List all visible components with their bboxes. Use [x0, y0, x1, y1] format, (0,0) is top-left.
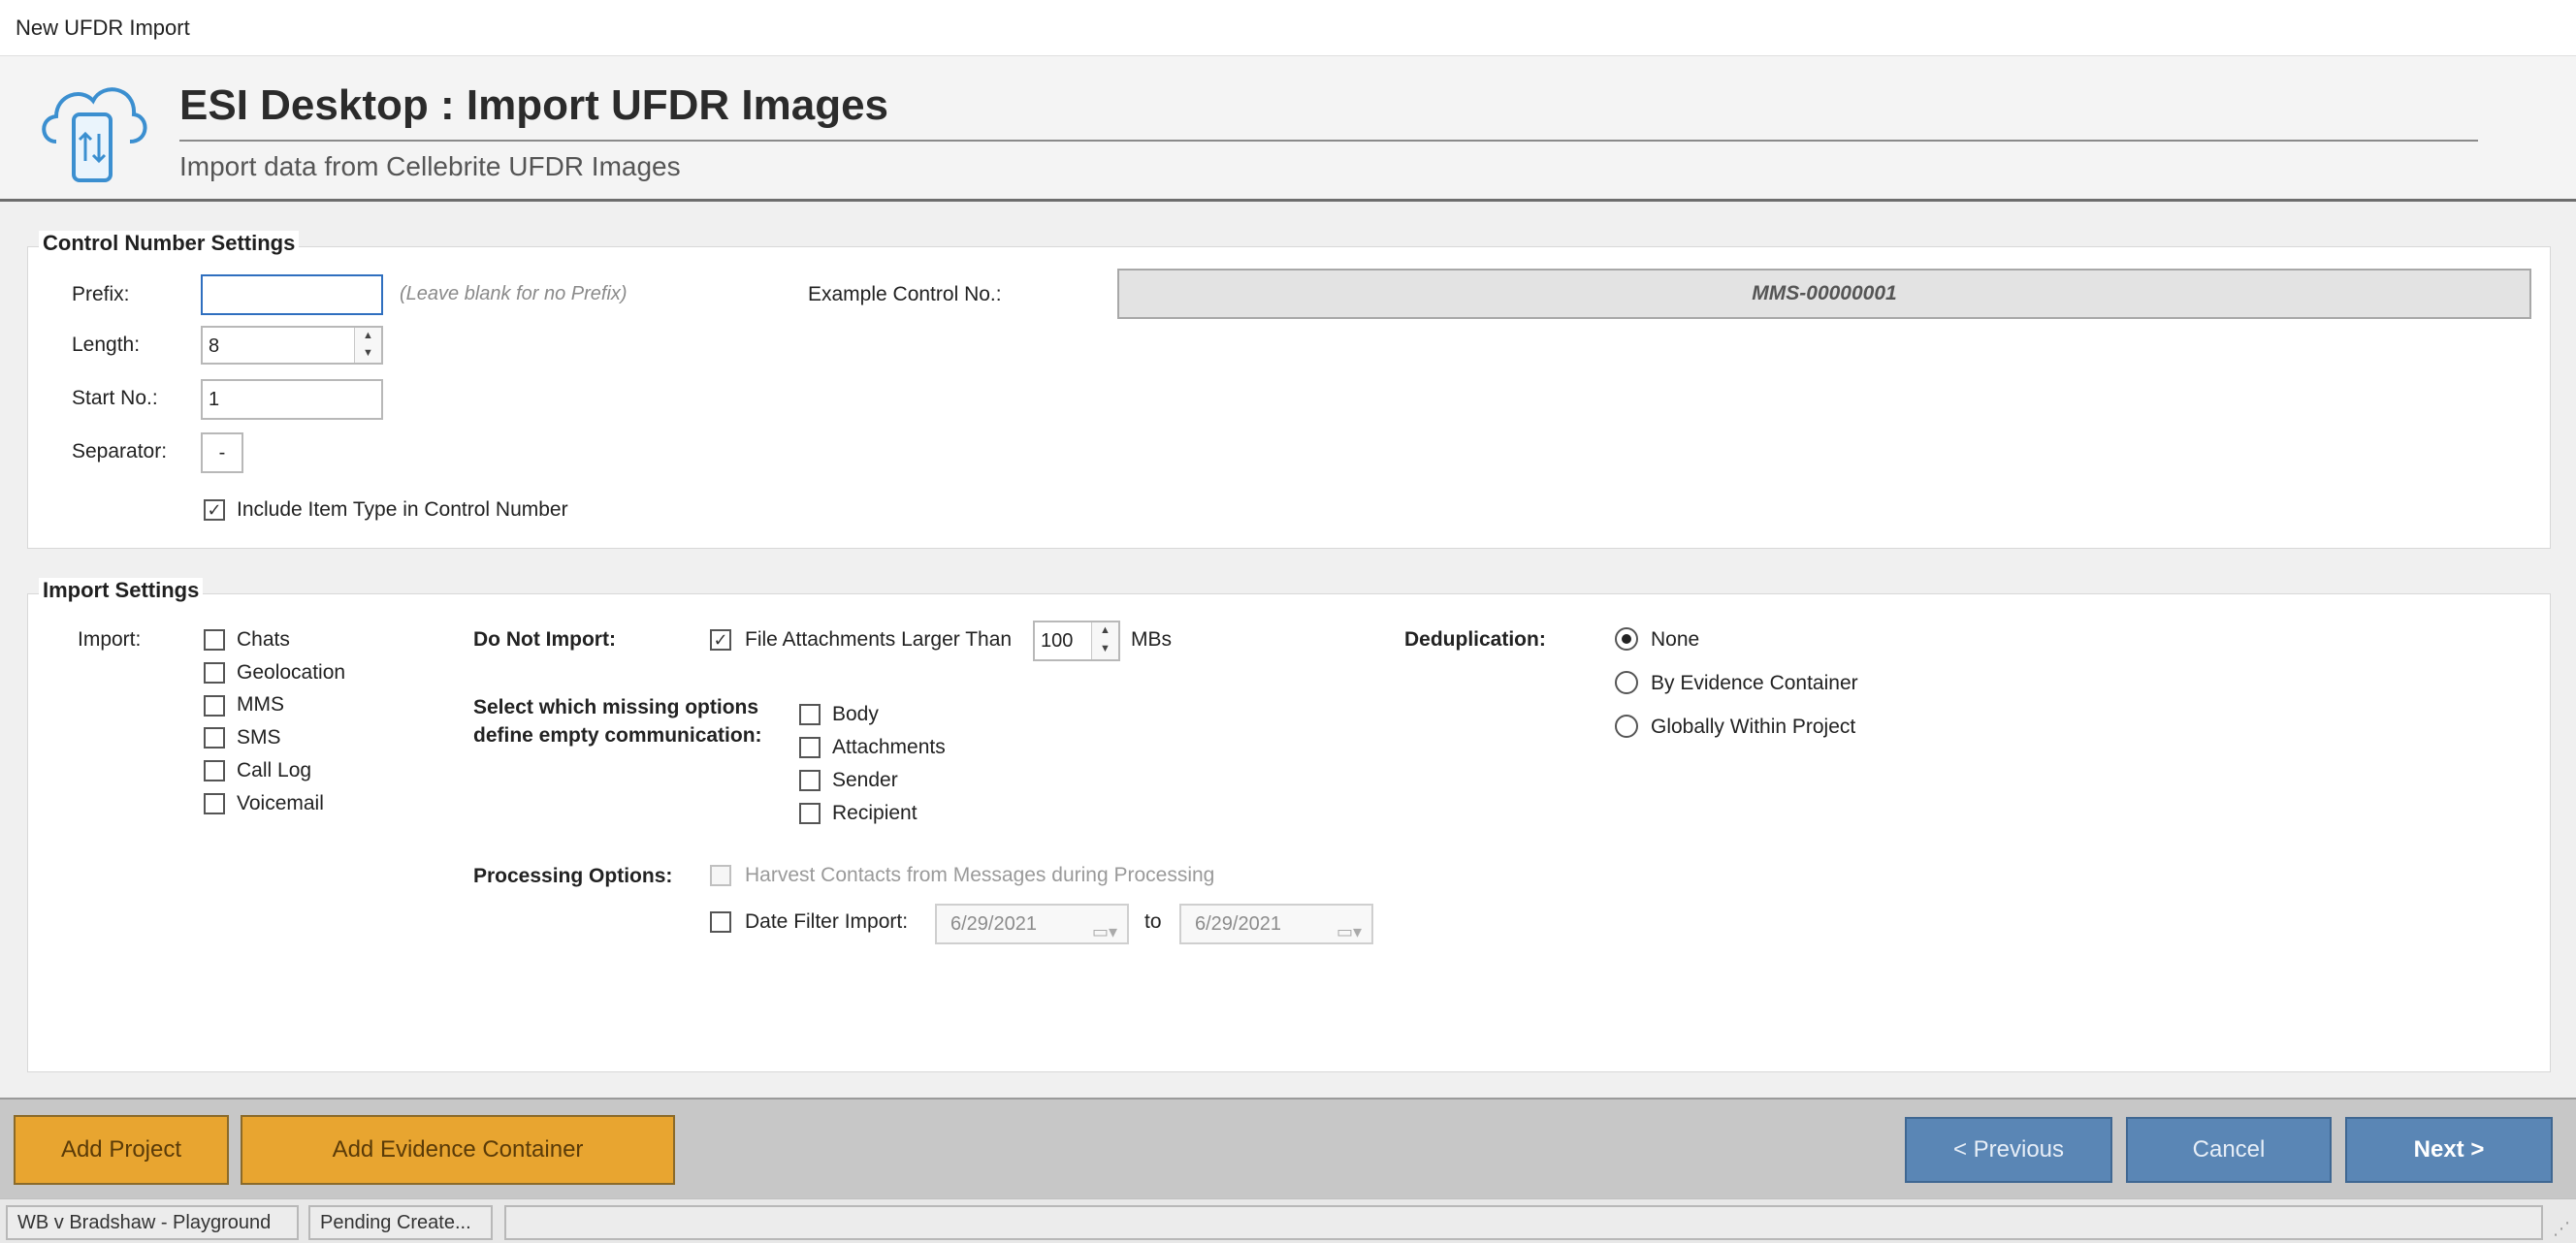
control-number-group-label: Control Number Settings	[39, 231, 300, 256]
do-not-import-label: Do Not Import:	[473, 628, 616, 651]
missing-options-label-1: Select which missing options	[473, 696, 759, 718]
harvest-contacts-checkbox[interactable]	[710, 865, 731, 886]
date-to-value: 6/29/2021	[1195, 913, 1281, 935]
import-voicemail-checkbox[interactable]	[204, 793, 225, 814]
dedup-none-label: None	[1651, 628, 1700, 651]
import-voicemail-label: Voicemail	[237, 792, 324, 814]
example-control-label: Example Control No.:	[808, 283, 1002, 305]
date-to-picker[interactable]: 6/29/2021 ▭▾	[1179, 904, 1373, 944]
add-evidence-container-button[interactable]: Add Evidence Container	[241, 1115, 675, 1185]
start-no-label: Start No.:	[72, 387, 158, 409]
include-item-type-label: Include Item Type in Control Number	[237, 498, 568, 521]
add-project-button[interactable]: Add Project	[14, 1115, 229, 1185]
length-label: Length:	[72, 334, 141, 356]
missing-body-label: Body	[832, 703, 879, 725]
missing-attachments-checkbox[interactable]	[799, 737, 821, 758]
processing-options-label: Processing Options:	[473, 865, 673, 887]
import-call-log-label: Call Log	[237, 759, 312, 781]
date-filter-label: Date Filter Import:	[745, 910, 909, 933]
next-button[interactable]: Next >	[2345, 1117, 2553, 1183]
import-chats-label: Chats	[237, 628, 290, 651]
dedup-evidence-container-radio[interactable]	[1615, 671, 1638, 694]
window-title: New UFDR Import	[0, 0, 2576, 56]
prefix-label: Prefix:	[72, 283, 130, 305]
dedup-none-radio[interactable]	[1615, 627, 1638, 651]
missing-recipient-checkbox[interactable]	[799, 803, 821, 824]
import-mms-checkbox[interactable]	[204, 695, 225, 717]
dedup-globally-label: Globally Within Project	[1651, 716, 1856, 738]
missing-sender-checkbox[interactable]	[799, 770, 821, 791]
header-divider	[179, 140, 2478, 142]
import-sms-checkbox[interactable]	[204, 727, 225, 749]
calendar-icon[interactable]: ▭▾	[1092, 913, 1117, 950]
import-call-log-checkbox[interactable]	[204, 760, 225, 781]
import-sms-label: SMS	[237, 726, 281, 749]
include-item-type-checkbox[interactable]: ✓	[204, 499, 225, 521]
footer-bar: Add Project Add Evidence Container < Pre…	[0, 1098, 2576, 1198]
previous-button[interactable]: < Previous	[1905, 1117, 2112, 1183]
import-settings-panel	[27, 593, 2551, 1072]
start-no-input[interactable]: 1	[201, 379, 383, 420]
missing-sender-label: Sender	[832, 769, 898, 791]
status-project: WB v Bradshaw - Playground	[6, 1205, 299, 1240]
prefix-hint: (Leave blank for no Prefix)	[400, 283, 628, 304]
file-attachments-size-value: 100	[1041, 630, 1074, 652]
length-stepper[interactable]: 8 ▲ ▼	[201, 326, 383, 365]
status-pending: Pending Create...	[308, 1205, 493, 1240]
spin-down-icon[interactable]: ▼	[355, 345, 381, 363]
status-progress	[504, 1205, 2543, 1240]
separator-input[interactable]: -	[201, 432, 243, 473]
date-to-label: to	[1144, 910, 1162, 933]
import-label: Import:	[78, 628, 142, 651]
import-mms-label: MMS	[237, 693, 284, 716]
missing-recipient-label: Recipient	[832, 802, 918, 824]
page-title: ESI Desktop : Import UFDR Images	[179, 81, 889, 129]
missing-options-label-2: define empty communication:	[473, 724, 762, 747]
import-settings-group-label: Import Settings	[39, 578, 204, 603]
date-from-value: 6/29/2021	[950, 913, 1037, 935]
import-geolocation-checkbox[interactable]	[204, 662, 225, 684]
cloud-phone-sync-icon	[42, 87, 147, 182]
header-banner: ESI Desktop : Import UFDR Images Import …	[0, 56, 2576, 202]
import-geolocation-label: Geolocation	[237, 661, 346, 684]
missing-attachments-label: Attachments	[832, 736, 946, 758]
separator-label: Separator:	[72, 440, 168, 462]
example-control-value: MMS-00000001	[1117, 269, 2531, 319]
resize-grip-icon[interactable]: ⋰	[2553, 1219, 2570, 1239]
length-value: 8	[209, 335, 220, 357]
deduplication-label: Deduplication:	[1404, 628, 1546, 651]
date-from-picker[interactable]: 6/29/2021 ▭▾	[935, 904, 1129, 944]
calendar-icon[interactable]: ▭▾	[1336, 913, 1362, 950]
page-subtitle: Import data from Cellebrite UFDR Images	[179, 151, 681, 181]
status-bar: WB v Bradshaw - Playground Pending Creat…	[0, 1198, 2576, 1243]
file-attachments-size-stepper[interactable]: 100 ▲ ▼	[1033, 621, 1120, 661]
file-attachments-checkbox[interactable]: ✓	[710, 629, 731, 651]
dedup-evidence-container-label: By Evidence Container	[1651, 672, 1858, 694]
file-attachments-label: File Attachments Larger Than	[745, 628, 1013, 651]
cancel-button[interactable]: Cancel	[2126, 1117, 2332, 1183]
file-attachments-unit: MBs	[1131, 628, 1172, 651]
file-size-spin-buttons[interactable]: ▲ ▼	[1091, 622, 1118, 659]
spin-up-icon[interactable]: ▲	[355, 328, 381, 345]
spin-up-icon[interactable]: ▲	[1092, 622, 1118, 641]
dedup-globally-radio[interactable]	[1615, 715, 1638, 738]
missing-body-checkbox[interactable]	[799, 704, 821, 725]
spin-down-icon[interactable]: ▼	[1092, 641, 1118, 659]
length-spin-buttons[interactable]: ▲ ▼	[354, 328, 381, 363]
harvest-contacts-label: Harvest Contacts from Messages during Pr…	[745, 864, 1215, 886]
import-chats-checkbox[interactable]	[204, 629, 225, 651]
date-filter-checkbox[interactable]	[710, 911, 731, 933]
prefix-input[interactable]	[201, 274, 383, 315]
